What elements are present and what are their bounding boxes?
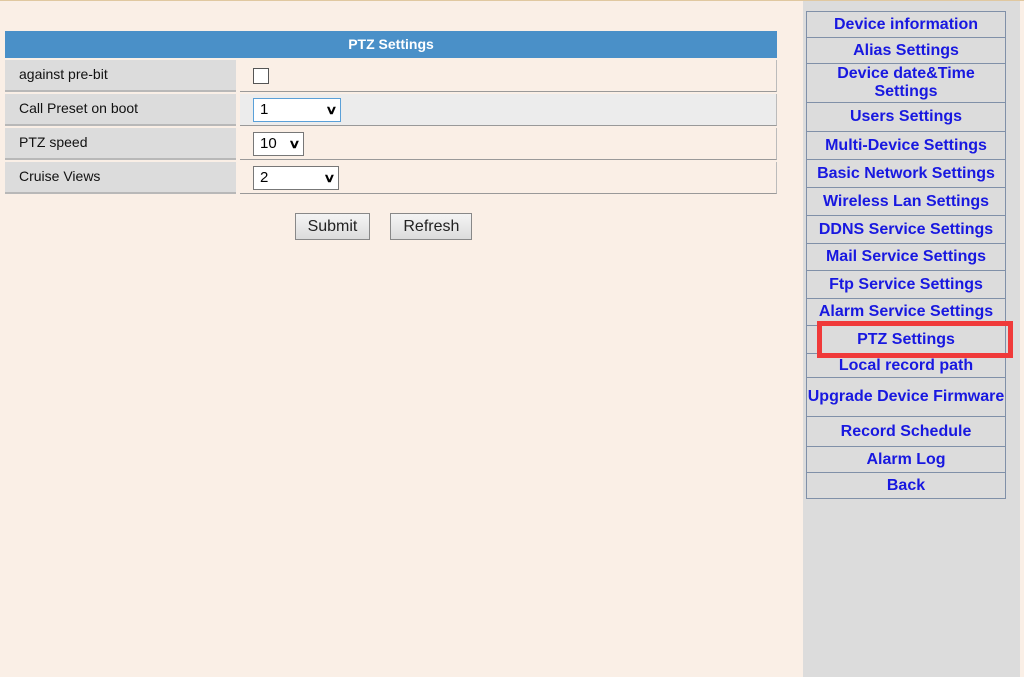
label: against pre-bit (5, 60, 236, 92)
sidebar-item-users-settings[interactable]: Users Settings (806, 103, 1006, 132)
sidebar-item-device-date-time-settings[interactable]: Device date&Time Settings (806, 64, 1006, 103)
sidebar-item-record-schedule[interactable]: Record Schedule (806, 417, 1006, 447)
row-cruise-views: Cruise Views 2 ∨ (5, 162, 777, 194)
sidebar-item-alias-settings[interactable]: Alias Settings (806, 38, 1006, 64)
cruise-views-select[interactable]: 2 ∨ (253, 165, 339, 190)
sidebar-item-upgrade-device-firmware[interactable]: Upgrade Device Firmware (806, 378, 1006, 417)
chevron-down-icon: ∨ (325, 102, 338, 117)
sidebar-item-back[interactable]: Back (806, 473, 1006, 499)
row-call-preset: Call Preset on boot 1 ∨ (5, 94, 777, 126)
label: Cruise Views (5, 162, 236, 194)
label: PTZ speed (5, 128, 236, 160)
chevron-down-icon: ∨ (288, 136, 301, 151)
ptz-settings-panel: PTZ Settings against pre-bit Call Preset… (5, 31, 777, 240)
sidebar-item-alarm-log[interactable]: Alarm Log (806, 447, 1006, 473)
submit-button[interactable]: Submit (294, 213, 371, 240)
select-value: 10 (260, 135, 277, 152)
row-against-pre-bit: against pre-bit (5, 60, 777, 92)
active-item-highlight (817, 321, 1013, 358)
row-ptz-speed: PTZ speed 10 ∨ (5, 128, 777, 160)
select-value: 1 (260, 101, 269, 118)
sidebar-item-mail-service-settings[interactable]: Mail Service Settings (806, 244, 1006, 271)
panel-title: PTZ Settings (5, 31, 777, 58)
sidebar-item-device-information[interactable]: Device information (806, 11, 1006, 38)
refresh-button[interactable]: Refresh (390, 213, 473, 240)
call-preset-select[interactable]: 1 ∨ (253, 97, 341, 122)
against-pre-bit-checkbox[interactable] (253, 67, 269, 84)
sidebar-item-basic-network-settings[interactable]: Basic Network Settings (806, 160, 1006, 188)
sidebar-item-wireless-lan-settings[interactable]: Wireless Lan Settings (806, 188, 1006, 216)
sidebar-item-multi-device-settings[interactable]: Multi-Device Settings (806, 132, 1006, 160)
sidebar-item-ftp-service-settings[interactable]: Ftp Service Settings (806, 271, 1006, 299)
label: Call Preset on boot (5, 94, 236, 126)
chevron-down-icon: ∨ (323, 170, 336, 185)
select-value: 2 (260, 169, 269, 186)
ptz-speed-select[interactable]: 10 ∨ (253, 131, 304, 156)
sidebar-item-ddns-service-settings[interactable]: DDNS Service Settings (806, 216, 1006, 244)
